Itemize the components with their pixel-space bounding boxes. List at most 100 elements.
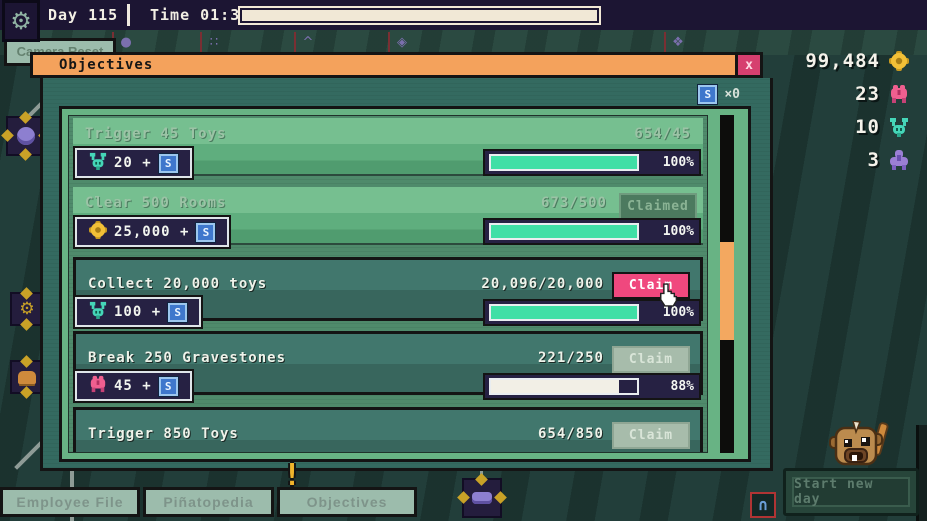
currency-value: 10 <box>855 116 880 138</box>
progress-bar: 100% <box>483 299 701 326</box>
close-button[interactable]: x <box>735 55 760 75</box>
objective-title: Clear 500 Rooms <box>85 195 226 211</box>
pinata-icon <box>18 371 36 384</box>
currency-teal-toys: 10 <box>855 116 909 138</box>
toy-teal-icon <box>89 152 107 174</box>
employee-file-button[interactable]: Employee File <box>0 487 140 517</box>
node-accent <box>494 491 507 504</box>
coin-icon <box>89 221 107 243</box>
flower-purple-icon <box>889 150 909 170</box>
currency-pink-pinatas: 23 <box>855 83 909 105</box>
objective-title: Trigger 850 Toys <box>88 426 239 442</box>
currency-coins: 99,484 <box>805 50 909 72</box>
progress-track <box>489 378 639 395</box>
gear-icon: ⚙ <box>19 301 34 318</box>
top-bar: Day 115 Time01:39 <box>0 0 927 30</box>
monkey-character <box>828 421 892 475</box>
map-separator <box>200 32 202 53</box>
node-accent <box>19 148 32 161</box>
map-node-gear[interactable]: ⚙ <box>10 292 44 326</box>
progress-track <box>489 304 639 321</box>
map-diamond-icon: ◈ <box>394 35 410 51</box>
objective-progress-text: 654/45 <box>634 126 691 142</box>
currency-value: 3 <box>868 149 880 171</box>
node-accent <box>1 129 14 142</box>
progress-bar: 100% <box>483 149 701 176</box>
claim-button[interactable]: Claim <box>612 346 690 373</box>
currency-value: 23 <box>855 83 880 105</box>
panel-title: Objectives <box>33 57 735 73</box>
notification-exclamation-icon: ! <box>283 458 301 493</box>
objectives-list: Trigger 45 Toys 654/45 20 + S 100% <box>68 115 708 453</box>
claim-button[interactable]: Claim <box>612 272 690 299</box>
objective-card: Trigger 850 Toys 654/850 Claim <box>73 407 703 453</box>
topbar-divider <box>127 4 130 26</box>
start-new-day-label: Start new day <box>794 477 908 507</box>
objective-progress-text: 20,096/20,000 <box>481 276 604 292</box>
progress-percent: 100% <box>639 305 694 320</box>
toy-teal-icon <box>89 301 107 323</box>
pinata-pink-icon <box>889 84 909 104</box>
scrollbar-thumb[interactable] <box>720 242 734 340</box>
start-day-board: Start new day <box>783 468 919 516</box>
start-new-day-button[interactable]: Start new day <box>792 477 910 507</box>
objective-row: Collect 20,000 toys 20,096/20,000 Claim … <box>73 257 703 321</box>
map-chevron-icon: ^ <box>300 35 316 51</box>
objectives-panel-body: S ×0 Trigger 45 Toys 654/45 20 + S <box>40 78 773 471</box>
stamp-ticket-icon: S <box>168 303 187 322</box>
kart-icon <box>472 492 492 504</box>
node-accent <box>20 355 33 368</box>
map-separator <box>294 32 296 53</box>
progress-track <box>489 154 639 171</box>
time-label: Time <box>150 6 190 24</box>
objective-title: Break 250 Gravestones <box>88 350 286 366</box>
progress-fill <box>491 156 637 169</box>
map-pinata-icon: ❖ <box>670 35 686 51</box>
claim-button[interactable]: Claim <box>612 422 690 449</box>
objective-progress-text: 654/850 <box>538 426 604 442</box>
gear-icon: ⚙ <box>10 9 32 33</box>
day-label: Day 115 <box>48 6 118 24</box>
pinatopedia-button[interactable]: Piñatopedia <box>143 487 274 517</box>
objective-row: Clear 500 Rooms 673/500 Claimed 25,000 +… <box>73 187 703 243</box>
node-accent <box>20 318 33 331</box>
stamp-ticket-icon: S <box>196 223 215 242</box>
stamp-counter: S ×0 <box>698 85 740 104</box>
day-progress-fill <box>242 10 597 21</box>
progress-fill <box>491 380 619 393</box>
reward-amount: 45 + <box>114 378 152 394</box>
objective-progress-text: 221/250 <box>538 350 604 366</box>
close-icon: x <box>745 58 753 73</box>
orb-icon <box>17 127 35 145</box>
settings-button[interactable]: ⚙ <box>2 0 40 42</box>
reward-amount: 20 + <box>114 155 152 171</box>
node-accent <box>20 287 33 300</box>
map-node-pinata[interactable] <box>10 360 44 394</box>
map-separator <box>388 32 390 53</box>
node-accent <box>457 491 470 504</box>
game-screen: ● ∷ ^ ◈ ❖ ⚙ ∩ Day 115 Time01:39 <box>0 0 927 521</box>
day-progress-bar <box>238 6 601 25</box>
objective-title: Trigger 45 Toys <box>85 126 226 142</box>
reward-amount: 100 + <box>114 304 161 320</box>
currency-value: 99,484 <box>805 50 880 72</box>
objectives-scroll-frame: Trigger 45 Toys 654/45 20 + S 100% <box>59 106 751 462</box>
stamp-count: ×0 <box>724 87 740 102</box>
pinata-pink-icon <box>89 375 107 397</box>
claimed-button[interactable]: Claimed <box>619 193 697 220</box>
scrollbar-track[interactable] <box>720 115 734 453</box>
stamp-ticket-icon: S <box>159 377 178 396</box>
progress-bar: 100% <box>483 218 701 245</box>
progress-percent: 100% <box>639 155 694 170</box>
map-separator <box>664 32 666 53</box>
progress-percent: 88% <box>639 379 694 394</box>
reward-badge: 100 + S <box>75 297 201 327</box>
reward-badge: 20 + S <box>75 148 192 178</box>
objective-row: Break 250 Gravestones 221/250 Claim 45 +… <box>73 331 703 395</box>
objective-row: Trigger 45 Toys 654/45 20 + S 100% <box>73 118 703 174</box>
reward-amount: 25,000 + <box>114 224 189 240</box>
objectives-panel-header: Objectives x <box>30 52 763 78</box>
map-node-kart[interactable] <box>462 478 502 518</box>
magnet-icon[interactable]: ∩ <box>750 492 776 518</box>
objective-progress-text: 673/500 <box>541 195 607 211</box>
